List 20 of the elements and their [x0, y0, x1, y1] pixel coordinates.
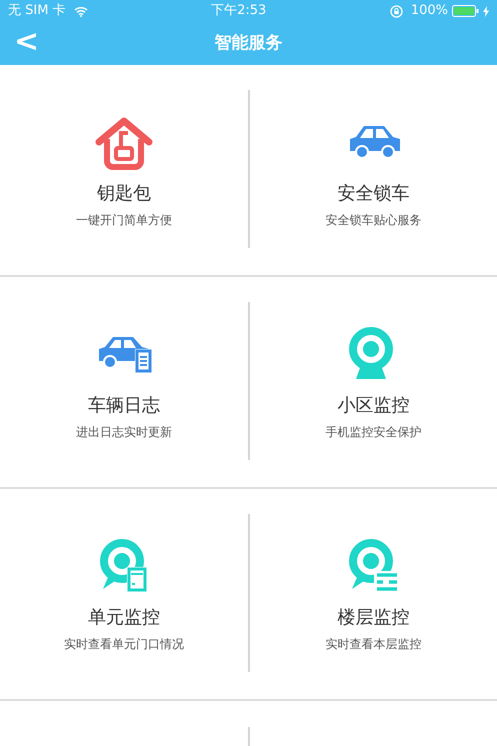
service-title[interactable]: 单元监控 [88, 607, 160, 629]
rotation-lock-icon [390, 4, 403, 18]
service-description: 一键开门简单方便 [76, 212, 172, 229]
carrier-text: 无 SIM 卡 [8, 2, 66, 20]
service-description: 实时查看本层监控 [325, 636, 422, 653]
service-title[interactable]: 小区监控 [337, 395, 410, 417]
service-description: 实时查看单元门口情况 [64, 636, 184, 653]
battery-icon [452, 5, 479, 17]
service-description: 安全锁车贴心服务 [325, 212, 422, 229]
time-text: 下午2:53 [211, 2, 266, 20]
service-title[interactable]: 车辆日志 [88, 395, 160, 417]
service-description: 进出日志实时更新 [76, 424, 172, 441]
service-title[interactable]: 安全锁车 [337, 183, 410, 205]
house-key-icon [94, 115, 153, 171]
page-title: 智能服务 [214, 32, 282, 55]
service-title[interactable]: 钥匙包 [96, 183, 151, 205]
battery-text: 100% [410, 2, 448, 20]
service-description: 手机监控安全保护 [325, 424, 422, 441]
service-title[interactable]: 楼层监控 [337, 607, 410, 629]
wifi-icon [74, 6, 88, 16]
